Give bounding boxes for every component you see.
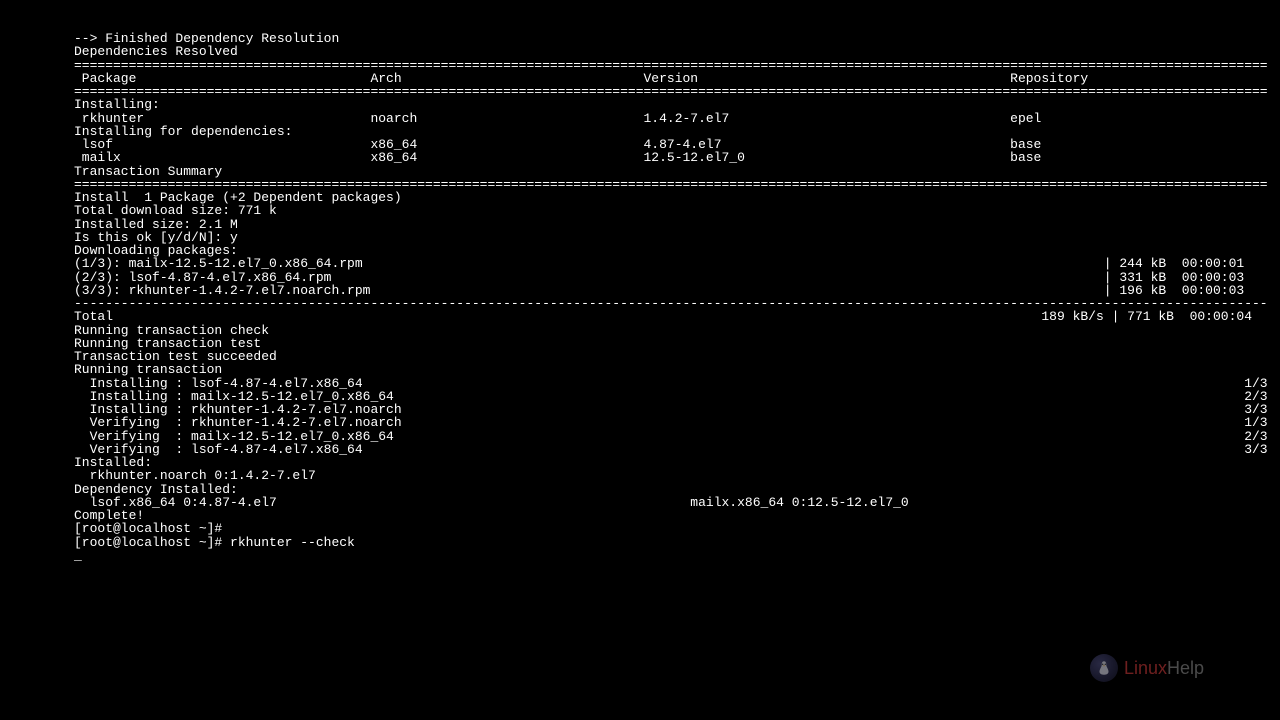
- line-rtt: Running transaction test: [74, 337, 1206, 350]
- verify-step: Verifying : rkhunter-1.4.2-7.el7.noarch …: [74, 416, 1206, 429]
- download-row: (2/3): lsof-4.87-4.el7.x86_64.rpm | 331 …: [74, 271, 1206, 284]
- section-dep-installed: Dependency Installed:: [74, 483, 1206, 496]
- download-row: (1/3): mailx-12.5-12.el7_0.x86_64.rpm | …: [74, 257, 1206, 270]
- section-tx-summary: Transaction Summary: [74, 165, 1206, 178]
- line-install-count: Install 1 Package (+2 Dependent packages…: [74, 191, 1206, 204]
- line-tts: Transaction test succeeded: [74, 350, 1206, 363]
- pkg-row-mailx: mailx x86_64 12.5-12.el7_0 base 244 k: [74, 151, 1206, 164]
- line-installed-size: Installed size: 2.1 M: [74, 218, 1206, 231]
- section-installed: Installed:: [74, 456, 1206, 469]
- shell-prompt: [root@localhost ~]#: [74, 522, 1206, 535]
- install-step: Installing : lsof-4.87-4.el7.x86_64 1/3: [74, 377, 1206, 390]
- linuxhelp-icon: [1090, 654, 1118, 682]
- line-confirm-prompt: Is this ok [y/d/N]: y: [74, 231, 1206, 244]
- logo-text-help: Help: [1167, 658, 1204, 678]
- line-total-download: Total download size: 771 k: [74, 204, 1206, 217]
- shell-prompt-command: [root@localhost ~]# rkhunter --check: [74, 536, 1206, 549]
- install-step: Installing : rkhunter-1.4.2-7.el7.noarch…: [74, 403, 1206, 416]
- section-installing-deps: Installing for dependencies:: [74, 125, 1206, 138]
- install-step: Installing : mailx-12.5-12.el7_0.x86_64 …: [74, 390, 1206, 403]
- line-total: Total 189 kB/s | 771 kB 00:00:04: [74, 310, 1206, 323]
- dep-installed-row: lsof.x86_64 0:4.87-4.el7 mailx.x86_64 0:…: [74, 496, 1206, 509]
- logo-text-linux: Linux: [1124, 658, 1167, 678]
- line-complete: Complete!: [74, 509, 1206, 522]
- line-finished-dep: --> Finished Dependency Resolution: [74, 32, 1206, 45]
- table-header: Package Arch Version Repository Size: [74, 72, 1206, 85]
- pkg-row-rkhunter: rkhunter noarch 1.4.2-7.el7 epel 196 k: [74, 112, 1206, 125]
- line-rule: ========================================…: [74, 59, 1206, 72]
- section-installing: Installing:: [74, 98, 1206, 111]
- terminal-output[interactable]: --> Finished Dependency Resolution Depen…: [74, 32, 1206, 562]
- verify-step: Verifying : mailx-12.5-12.el7_0.x86_64 2…: [74, 430, 1206, 443]
- pkg-row-lsof: lsof x86_64 4.87-4.el7 base 331 k: [74, 138, 1206, 151]
- line-deps-resolved: Dependencies Resolved: [74, 45, 1206, 58]
- download-row: (3/3): rkhunter-1.4.2-7.el7.noarch.rpm |…: [74, 284, 1206, 297]
- line-rule: ========================================…: [74, 85, 1206, 98]
- linuxhelp-logo: LinuxHelp: [1090, 654, 1204, 682]
- installed-pkg: rkhunter.noarch 0:1.4.2-7.el7: [74, 469, 1206, 482]
- line-rule: ========================================…: [74, 178, 1206, 191]
- line-dash-rule: ----------------------------------------…: [74, 297, 1206, 310]
- line-rtc: Running transaction check: [74, 324, 1206, 337]
- verify-step: Verifying : lsof-4.87-4.el7.x86_64 3/3: [74, 443, 1206, 456]
- logo-text: LinuxHelp: [1124, 659, 1204, 677]
- terminal-cursor: _: [74, 549, 82, 562]
- line-rt: Running transaction: [74, 363, 1206, 376]
- line-downloading: Downloading packages:: [74, 244, 1206, 257]
